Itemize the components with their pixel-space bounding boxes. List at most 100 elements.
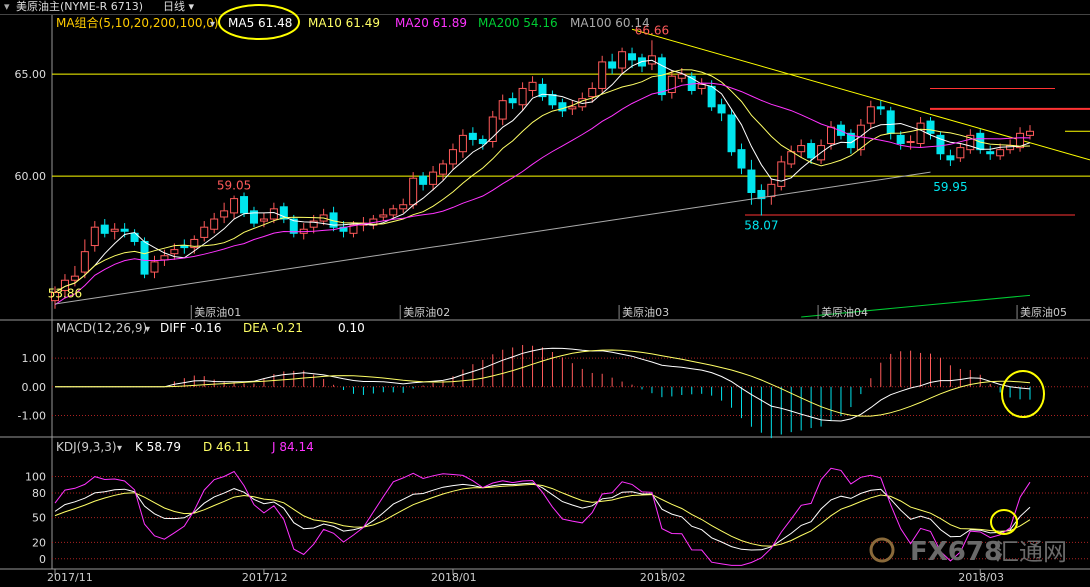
candle-body (777, 161, 786, 187)
price-annotation: 59.95 (933, 180, 967, 194)
highlight-circle (990, 509, 1018, 535)
candle-body (956, 147, 965, 159)
candle-body (717, 104, 726, 114)
x-tick-label: 2017/11 (47, 571, 93, 584)
kdj-legend-j: J 84.14 (271, 440, 314, 454)
candle-body (876, 106, 885, 110)
macd-y-tick: -1.00 (18, 409, 46, 422)
ma20-line (54, 82, 1031, 306)
candle-body (259, 218, 268, 222)
candle-body (657, 57, 666, 96)
candle-body (508, 98, 517, 104)
ma10-line (54, 69, 1031, 293)
candle-body (120, 228, 129, 232)
candle-body (707, 85, 716, 108)
candle-body (230, 198, 239, 214)
candle-body (797, 145, 806, 153)
kdj-y-tick: 80 (32, 487, 46, 500)
candle-body (90, 226, 99, 247)
ma-legend-ma5: MA5 61.48 (228, 16, 292, 30)
candle-body (667, 75, 676, 94)
candle-body (379, 214, 388, 218)
candle-body (996, 149, 1005, 157)
kdj-y-tick: 100 (25, 471, 46, 484)
watermark-suffix: 汇通网 (995, 538, 1067, 566)
y-tick-label: 65.00 (15, 68, 47, 81)
candle-body (896, 134, 905, 145)
candle-body (448, 149, 457, 165)
candle-body (767, 183, 776, 198)
candle-body (886, 110, 895, 134)
candle-body (150, 261, 159, 273)
ma-legend-ma100: MA100 60.14 (570, 16, 650, 30)
candle-body (1006, 145, 1015, 151)
candle-body (598, 61, 607, 89)
candle-body (548, 94, 557, 106)
ma-indicator-label: MA组合(5,10,20,200,100,0) (56, 15, 219, 30)
ma-legend-ma10: MA10 61.49 (308, 16, 380, 30)
candle-body (429, 171, 438, 185)
candle-body (518, 87, 527, 106)
contract-label: 美原油05 (1020, 305, 1067, 319)
candle-body (220, 210, 229, 218)
chevron-down-icon: ▾ (145, 324, 150, 335)
fx678-logo-icon (869, 537, 895, 563)
kdj-y-tick: 0 (39, 553, 46, 566)
candle-body (409, 177, 418, 206)
stock-chart[interactable]: 65.0060.0066.6659.0558.0759.9553.86美原油01… (0, 0, 1090, 587)
candle-body (498, 100, 507, 120)
chevron-down-icon: ▾ (210, 19, 215, 30)
contract-label: 美原油01 (194, 305, 241, 319)
candle-body (80, 251, 89, 273)
highlight-circle (1001, 370, 1045, 418)
x-tick-label: 2017/12 (242, 571, 288, 584)
candle-body (906, 140, 915, 143)
candle-body (110, 228, 119, 232)
candle-body (240, 196, 249, 214)
candle-body (787, 151, 796, 165)
x-tick-label: 2018/03 (958, 571, 1004, 584)
contract-label: 美原油03 (622, 305, 669, 319)
candle-body (200, 226, 209, 238)
candle-body (946, 155, 955, 161)
candle-body (100, 224, 109, 234)
candle-body (747, 169, 756, 194)
macd-y-tick: 1.00 (22, 352, 47, 365)
candle-body (827, 126, 836, 145)
macd-legend-item: DIFF -0.16 (160, 321, 221, 335)
candle-body (488, 116, 497, 142)
candle-body (568, 106, 577, 110)
candle-body (389, 208, 398, 216)
kdj-y-tick: 50 (32, 512, 46, 525)
candle-body (170, 249, 179, 255)
candle-body (528, 81, 537, 91)
kdj-j-line (54, 467, 1031, 566)
macd-indicator-label: MACD(12,26,9) (56, 321, 147, 335)
candle-body (866, 106, 875, 124)
candle-body (458, 134, 467, 153)
candle-body (926, 120, 935, 134)
candle-body (140, 240, 149, 275)
ma100-line (54, 171, 931, 305)
candle-body (807, 143, 816, 159)
candle-body (727, 114, 736, 153)
candle-body (399, 204, 408, 210)
kdj-legend-k: K 58.79 (135, 440, 181, 454)
macd-legend-item: 0.10 (338, 321, 365, 335)
candle-body (986, 151, 995, 155)
candle-body (608, 61, 617, 69)
price-annotation: 53.86 (48, 286, 82, 300)
candle-body (70, 275, 79, 281)
ma-legend-ma200: MA200 54.16 (478, 16, 558, 30)
candle-body (628, 53, 637, 61)
macd-y-tick: 0.00 (22, 381, 47, 394)
candle-body (160, 255, 169, 261)
kdj-y-tick: 20 (32, 536, 46, 549)
candle-body (1026, 130, 1034, 136)
candle-body (618, 51, 627, 69)
macd-legend-item: DEA -0.21 (243, 321, 303, 335)
candle-body (210, 218, 219, 230)
price-annotation: 58.07 (744, 219, 778, 233)
kdj-d-line (54, 483, 1031, 547)
candle-body (916, 122, 925, 145)
